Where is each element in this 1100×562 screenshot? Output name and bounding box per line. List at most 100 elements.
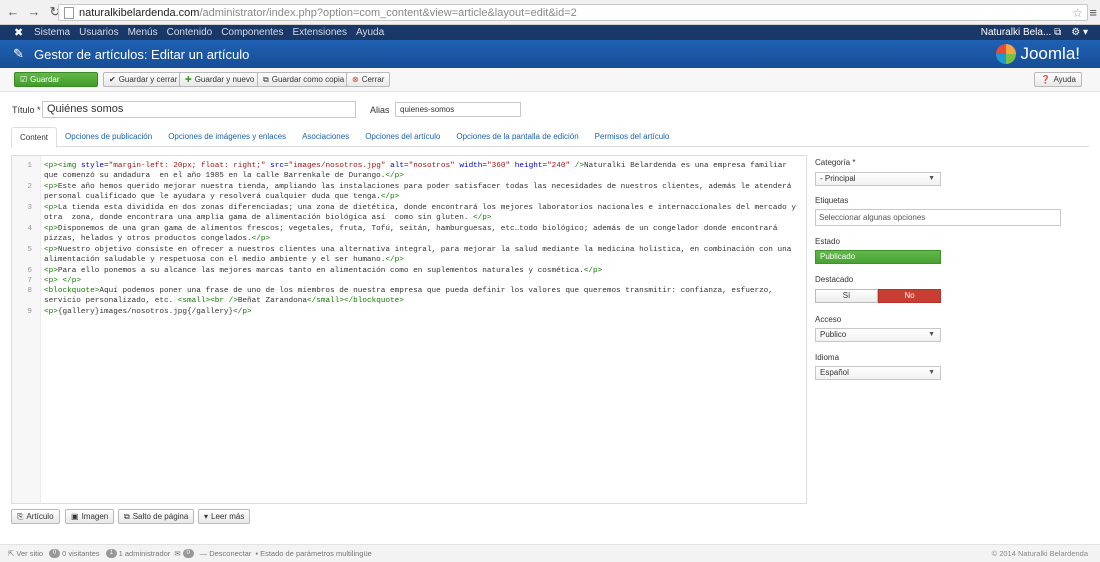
featured-label: Destacado (815, 275, 854, 284)
user-menu[interactable]: Naturalki Bela... ⧉ (981, 27, 1062, 38)
caret-down-icon: ▼ (928, 331, 935, 338)
check-icon: ☑ (20, 75, 28, 84)
copy-icon: ⧉ (263, 75, 269, 84)
tags-label: Etiquetas (815, 196, 849, 205)
save-copy-button[interactable]: ⧉ Guardar como copia (257, 72, 351, 87)
help-button[interactable]: ❓ Ayuda (1034, 72, 1082, 87)
save-close-label: Guardar y cerrar (118, 75, 178, 84)
title-input[interactable]: Quiénes somos (42, 101, 356, 118)
question-icon: ❓ (1040, 75, 1051, 84)
visitors-badge: 0 (49, 549, 61, 558)
tab-permissions[interactable]: Permisos del artículo (587, 127, 678, 146)
pagebreak-button-label: Salto de página (132, 512, 189, 521)
visitors-label: 0 visitantes (62, 549, 100, 558)
browser-menu-icon[interactable]: ≡ (1089, 5, 1097, 20)
save-label: Guardar (30, 75, 60, 84)
page-header: ✎ Gestor de artículos: Editar un artícul… (0, 40, 1100, 68)
messages-badge: 0 (182, 549, 194, 558)
logout-link[interactable]: — Desconectar (200, 549, 252, 558)
comment-icon: ▪ (255, 549, 258, 558)
tab-associations[interactable]: Asociaciones (294, 127, 357, 146)
article-button[interactable]: ⎘ Artículo (11, 509, 60, 524)
menu-componentes[interactable]: Componentes (221, 27, 283, 38)
plus-icon: ✚ (185, 75, 192, 84)
code-text: <blockquote>Aquí podemos poner una frase… (44, 287, 778, 306)
language-select[interactable]: Español ▼ (815, 366, 941, 380)
pagebreak-button[interactable]: ⧉ Salto de página (118, 509, 195, 524)
menu-sistema[interactable]: Sistema (34, 27, 70, 38)
code-text: <p>Para ello ponemos a su alcance las me… (44, 267, 603, 275)
state-select[interactable]: Publicado (815, 250, 941, 264)
multilang-status[interactable]: ▪ Estado de parámetros multilingüe (255, 549, 372, 558)
image-button[interactable]: ▣ Imagen (65, 509, 115, 524)
admins-badge: 1 (105, 549, 117, 558)
tags-input[interactable]: Seleccionar algunas opciones (815, 209, 1061, 226)
tab-content[interactable]: Content (11, 127, 58, 148)
category-value: - Principal (820, 174, 856, 183)
messages-status[interactable]: ✉ 0 (174, 549, 195, 558)
tab-images-links[interactable]: Opciones de imágenes y enlaces (160, 127, 294, 146)
menu-extensiones[interactable]: Extensiones (292, 27, 346, 38)
help-label: Ayuda (1053, 75, 1076, 84)
tab-article-options[interactable]: Opciones del artículo (357, 127, 448, 146)
gear-icon[interactable]: ⚙ ▾ (1071, 27, 1088, 38)
access-select[interactable]: Publico ▼ (815, 328, 941, 342)
admin-top-menu: ✖ Sistema Usuarios Menús Contenido Compo… (0, 25, 1100, 40)
line-number: 3 (27, 204, 32, 212)
view-site-link[interactable]: ⇱ Ver sitio (8, 549, 43, 558)
admins-label: 1 administrador (118, 549, 171, 558)
line-number: 9 (27, 308, 32, 316)
multilang-label: Estado de parámetros multilingüe (260, 549, 372, 558)
featured-yes-button[interactable]: Sí (815, 289, 878, 303)
line-number: 2 (27, 183, 32, 191)
code-text: <p>{gallery}images/nosotros.jpg{/gallery… (44, 308, 252, 316)
save-close-button[interactable]: ✔ Guardar y cerrar (103, 72, 184, 87)
joomla-icon[interactable]: ✖ (14, 27, 26, 39)
line-number: 5 (27, 246, 32, 254)
code-text: <p><img style="margin-left: 20px; float:… (44, 162, 792, 181)
state-label: Estado (815, 237, 840, 246)
access-label: Acceso (815, 315, 842, 324)
category-select[interactable]: - Principal ▼ (815, 172, 941, 186)
readmore-button[interactable]: ▾ Leer más (198, 509, 251, 524)
line-number: 1 (27, 162, 32, 170)
bookmark-star-icon[interactable]: ☆ (1072, 6, 1083, 20)
save-button[interactable]: ☑ Guardar (14, 72, 98, 87)
tab-publishing[interactable]: Opciones de publicación (57, 127, 160, 146)
code-text: <p>Disponemos de una gran gama de alimen… (44, 225, 783, 244)
picture-icon: ▣ (71, 512, 79, 521)
address-bar[interactable]: naturalkibelardenda.com/administrator/in… (58, 4, 1088, 21)
minus-icon: — (199, 549, 208, 558)
featured-no-button[interactable]: No (878, 289, 941, 303)
language-label: Idioma (815, 353, 840, 362)
page-title: Gestor de artículos: Editar un artículo (34, 46, 250, 62)
url-path: /administrator/index.php?option=com_cont… (199, 6, 577, 19)
line-number: 8 (27, 287, 32, 295)
mail-icon: ✉ (174, 549, 181, 558)
image-button-label: Imagen (81, 512, 109, 521)
back-arrow-icon[interactable]: ← (5, 4, 21, 20)
code-text: <p>Nuestro objetivo consiste en ofrecer … (44, 246, 796, 265)
checkmark-icon: ✔ (109, 75, 116, 84)
save-new-label: Guardar y nuevo (194, 75, 255, 84)
line-number: 4 (27, 225, 32, 233)
alias-label: Alias (370, 105, 390, 115)
code-editor[interactable]: 1 <p><img style="margin-left: 20px; float… (11, 155, 807, 504)
menu-contenido[interactable]: Contenido (167, 27, 213, 38)
line-number: 6 (27, 267, 32, 275)
alias-input[interactable]: quienes-somos (395, 102, 521, 117)
title-label: Título * (12, 105, 41, 115)
close-button[interactable]: ⊗ Cerrar (346, 72, 391, 87)
menu-usuarios[interactable]: Usuarios (79, 27, 118, 38)
url-host: naturalkibelardenda.com (79, 6, 200, 19)
menu-ayuda[interactable]: Ayuda (356, 27, 384, 38)
menu-menus[interactable]: Menús (128, 27, 158, 38)
action-toolbar: ☑ Guardar ✔ Guardar y cerrar ✚ Guardar y nu… (0, 68, 1100, 92)
code-text: <p> </p> (44, 277, 81, 285)
chevron-down-icon: ▾ (204, 512, 209, 521)
pencil-icon: ✎ (13, 46, 24, 61)
tab-editor-config[interactable]: Opciones de la pantalla de edición (448, 127, 586, 146)
forward-arrow-icon[interactable]: → (26, 4, 42, 20)
save-new-button[interactable]: ✚ Guardar y nuevo (179, 72, 261, 87)
article-tabs: Content Opciones de publicación Opciones… (11, 127, 1089, 148)
